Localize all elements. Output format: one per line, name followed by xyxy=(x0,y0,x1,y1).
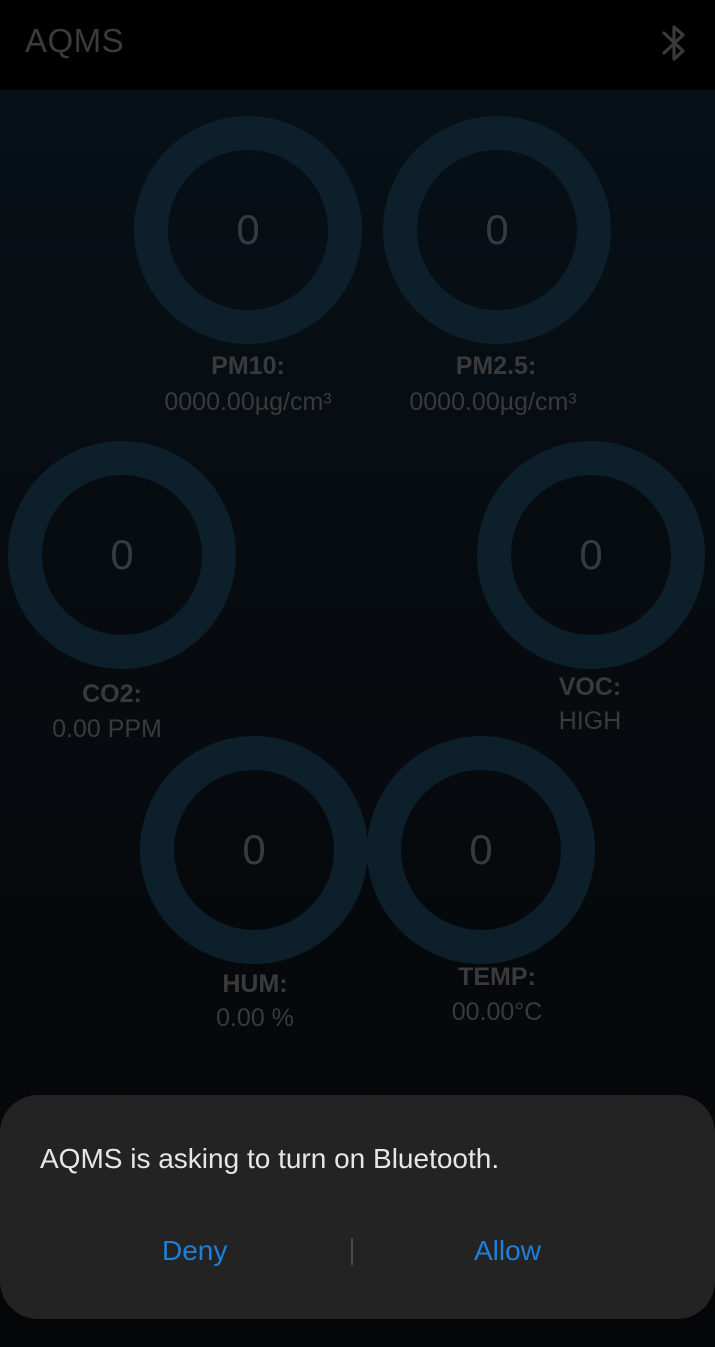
voc-gauge-value: 0 xyxy=(579,531,603,578)
voc-reading: HIGH xyxy=(558,707,622,735)
co2-reading: 0.00 PPM xyxy=(52,715,162,743)
screen: AQMS 0 PM10: 0000.00µg/cm³ 0 PM2.5: 0000… xyxy=(0,0,715,1347)
voc-gauge: 0 xyxy=(477,441,705,669)
hum-gauge-value: 0 xyxy=(242,826,266,873)
app-title: AQMS xyxy=(25,22,125,59)
pm25-label: PM2.5: xyxy=(455,352,537,380)
pm25-reading: 0000.00µg/cm³ xyxy=(409,388,577,416)
pm10-gauge-value: 0 xyxy=(236,206,260,253)
pm25-gauge: 0 xyxy=(383,116,611,344)
temp-gauge: 0 xyxy=(367,736,595,964)
temp-reading: 00.00°C xyxy=(451,998,543,1026)
dialog-message: AQMS is asking to turn on Bluetooth. xyxy=(40,1143,500,1174)
bluetooth-icon[interactable] xyxy=(656,22,692,64)
hum-label: HUM: xyxy=(222,970,288,998)
deny-button[interactable]: Deny xyxy=(162,1235,227,1267)
hum-reading: 0.00 % xyxy=(216,1004,294,1032)
app-bar: AQMS xyxy=(0,0,715,90)
temp-label: TEMP: xyxy=(458,963,536,991)
pm25-gauge-value: 0 xyxy=(485,206,509,253)
dialog-divider xyxy=(351,1238,353,1265)
allow-button[interactable]: Allow xyxy=(474,1235,541,1267)
temp-gauge-value: 0 xyxy=(469,826,493,873)
co2-gauge: 0 xyxy=(8,441,236,669)
voc-label: VOC: xyxy=(558,673,622,701)
hum-gauge: 0 xyxy=(140,736,368,964)
bluetooth-permission-dialog: AQMS is asking to turn on Bluetooth. Den… xyxy=(0,1095,715,1319)
pm10-gauge: 0 xyxy=(134,116,362,344)
pm10-label: PM10: xyxy=(211,352,285,380)
pm10-reading: 0000.00µg/cm³ xyxy=(164,388,332,416)
co2-label: CO2: xyxy=(82,680,142,708)
co2-gauge-value: 0 xyxy=(110,531,134,578)
